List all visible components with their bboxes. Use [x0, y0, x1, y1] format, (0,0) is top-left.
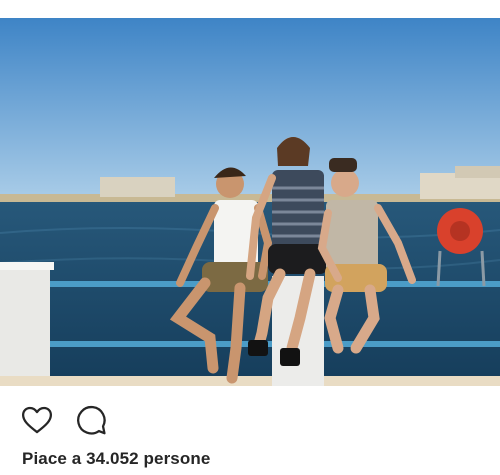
like-button[interactable]: [20, 403, 54, 437]
speech-bubble-icon: [77, 405, 106, 435]
likes-count[interactable]: Piace a 34.052 persone: [22, 449, 210, 469]
comment-button[interactable]: [74, 403, 108, 437]
photo-scene: [0, 18, 500, 386]
post-actions: [20, 403, 108, 437]
heart-icon: [21, 406, 53, 434]
post-photo[interactable]: [0, 18, 500, 386]
